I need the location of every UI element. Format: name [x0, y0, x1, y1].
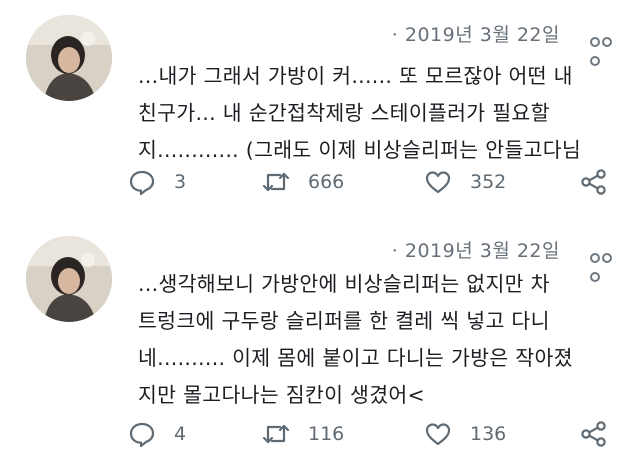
tweet-text-line: 친구가... 내 순간접착제랑 스테이플러가 필요할: [138, 101, 550, 125]
reply-button[interactable]: 4: [128, 416, 186, 452]
tweet-timestamp[interactable]: · 2019년 3월 22일: [392, 20, 560, 47]
avatar-photo: [26, 15, 112, 101]
tweet-text-line: ...생각해보니 가방안에 비상슬리퍼는 없지만 차: [138, 272, 550, 296]
tweet-actions: 3 666 352: [0, 160, 640, 200]
tweet-text-line: 지만 몰고다나는 짐칸이 생겼어<: [138, 383, 426, 407]
share-button[interactable]: [580, 164, 608, 200]
tweet-2: · 2019년 3월 22일 ...생각해보니 가방안에 비상슬리퍼는 없지만 …: [0, 226, 640, 472]
tweet-text: ...생각해보니 가방안에 비상슬리퍼는 없지만 차 트렁크에 구두랑 슬리퍼를…: [138, 266, 634, 414]
retweet-button[interactable]: 666: [262, 164, 344, 200]
retweet-icon: [262, 172, 290, 192]
like-button[interactable]: 136: [424, 416, 506, 452]
share-icon: [581, 169, 606, 195]
tweet-text-line: ...내가 그래서 가방이 커...... 또 모르잖아 어떤 내: [138, 64, 573, 88]
tweet-actions: 4 116 136: [0, 412, 640, 452]
share-button[interactable]: [580, 416, 608, 452]
share-icon: [581, 421, 606, 447]
retweet-button[interactable]: 116: [262, 416, 344, 452]
retweet-icon: [262, 424, 290, 444]
avatar[interactable]: [26, 236, 112, 322]
more-options-icon[interactable]: [590, 248, 624, 282]
reply-button[interactable]: 3: [128, 164, 186, 200]
like-button[interactable]: 352: [424, 164, 506, 200]
avatar[interactable]: [26, 15, 112, 101]
reply-count: 4: [174, 423, 187, 445]
like-count: 352: [470, 171, 507, 193]
heart-icon: [425, 423, 451, 446]
retweet-count: 666: [308, 171, 345, 193]
tweet-text-line: 트렁크에 구두랑 슬리퍼를 한 켤레 씩 넣고 다니: [138, 309, 550, 333]
tweet-1: · 2019년 3월 22일 ...내가 그래서 가방이 커...... 또 모…: [0, 0, 640, 226]
avatar-photo: [26, 236, 112, 322]
like-count: 136: [470, 423, 507, 445]
heart-icon: [425, 171, 451, 194]
reply-icon: [129, 422, 155, 448]
tweet-text: ...내가 그래서 가방이 커...... 또 모르잖아 어떤 내 친구가...…: [138, 58, 634, 169]
reply-count: 3: [174, 171, 187, 193]
tweet-timestamp[interactable]: · 2019년 3월 22일: [392, 236, 560, 263]
tweet-text-line: 네.......... 이제 몸에 붙이고 다니는 가방은 작아졌: [138, 346, 573, 370]
retweet-count: 116: [308, 423, 345, 445]
more-options-icon[interactable]: [590, 32, 624, 66]
reply-icon: [129, 170, 155, 196]
